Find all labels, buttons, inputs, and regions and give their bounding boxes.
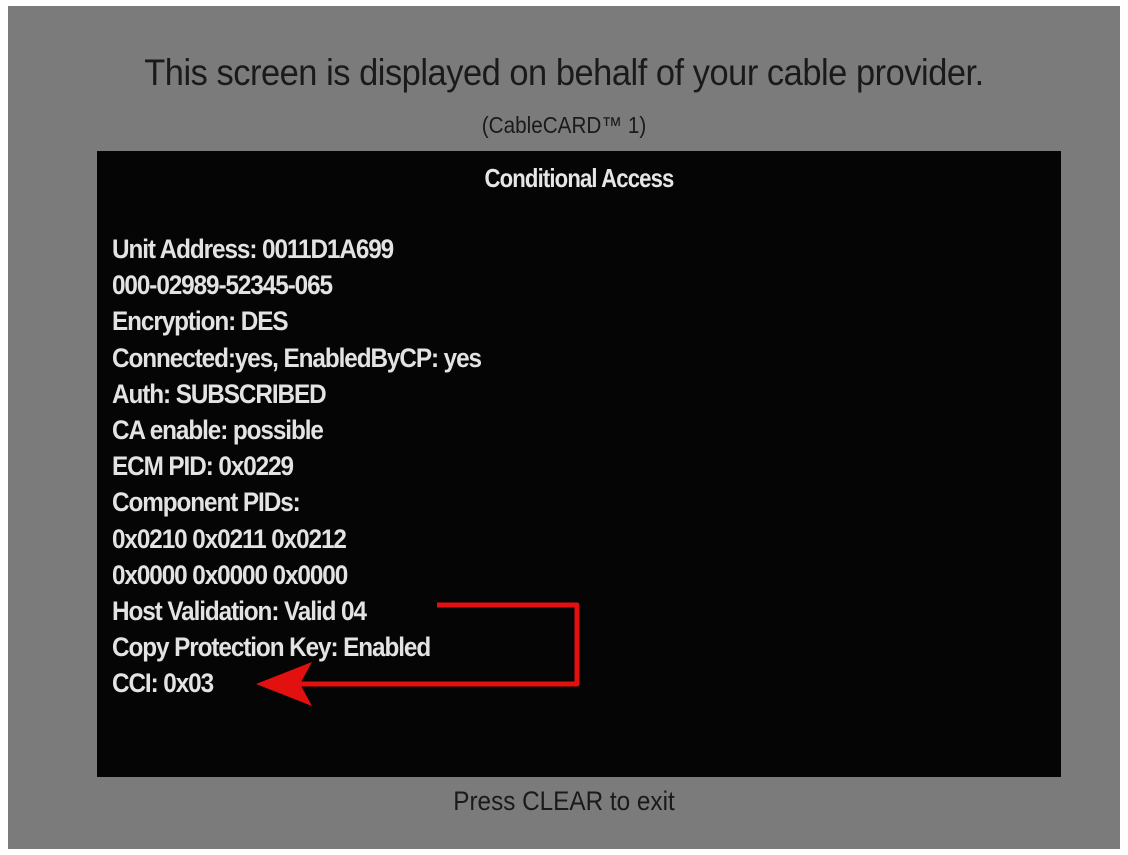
diagnostic-info-list: Unit Address: 0011D1A699 000-02989-52345…	[112, 231, 522, 701]
info-line-unit-address: Unit Address: 0011D1A699	[112, 234, 394, 264]
tv-frame: This screen is displayed on behalf of yo…	[0, 0, 1128, 855]
info-line-ca-enable: CA enable: possible	[112, 414, 324, 445]
provider-notice-title: This screen is displayed on behalf of yo…	[144, 52, 984, 93]
conditional-access-panel: Conditional Access Unit Address: 0011D1A…	[97, 151, 1061, 777]
info-line-host-validation: Host Validation: Valid 04	[112, 595, 367, 626]
panel-title: Conditional Access	[484, 163, 675, 193]
exit-hint: Press CLEAR to exit	[453, 786, 675, 816]
info-line-component-pids-1: 0x0210 0x0211 0x0212	[112, 523, 347, 554]
info-line-ecm-pid: ECM PID: 0x0229	[112, 451, 294, 482]
info-line-auth: Auth: SUBSCRIBED	[112, 378, 327, 409]
info-line-component-pids-2: 0x0000 0x0000 0x0000	[112, 559, 348, 590]
info-line-connection: Connected:yes, EnabledByCP: yes	[112, 342, 482, 373]
info-line-component-pids-label: Component PIDs:	[112, 487, 301, 518]
info-line-copy-protection: Copy Protection Key: Enabled	[112, 632, 431, 663]
cablecard-label: (CableCARD™ 1)	[481, 112, 647, 138]
info-line-card-id: 000-02989-52345-065	[112, 270, 333, 301]
info-line-cci: CCI: 0x03	[112, 668, 214, 699]
info-line-encryption: Encryption: DES	[112, 306, 289, 337]
